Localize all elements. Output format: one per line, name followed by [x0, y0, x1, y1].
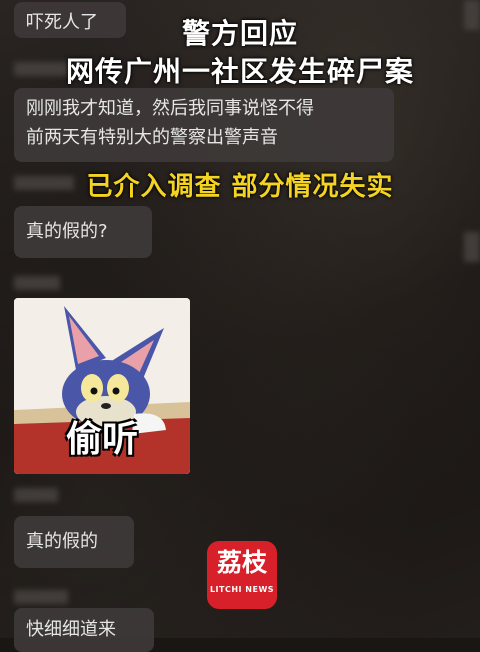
chat-message: 真的假的	[14, 516, 134, 568]
blurred-username	[14, 590, 68, 604]
blurred-username	[14, 488, 58, 502]
chat-message-text: 吓死人了	[26, 12, 98, 33]
headline-line1: 警方回应	[181, 17, 298, 50]
tom-cat-sticker[interactable]: 偷听	[14, 298, 190, 474]
blurred-avatar	[464, 0, 480, 30]
sticker-caption: 偷听	[65, 419, 138, 460]
chat-message: 刚刚我才知道，然后我同事说怪不得 前两天有特别大的警察出警声音	[14, 88, 394, 162]
chat-message: 真的假的?	[14, 206, 152, 258]
headline-line2: 网传广州一社区发生碎尸案	[65, 55, 414, 88]
logo-main-text: 荔枝	[216, 548, 267, 577]
chat-message: 快细细道来	[14, 608, 154, 652]
chat-message-text-line: 前两天有特别大的警察出警声音	[26, 127, 278, 148]
logo-sub-text: LITCHI NEWS	[209, 585, 275, 594]
chat-message-text: 真的假的?	[26, 221, 108, 242]
litchi-news-logo: 荔枝 LITCHI NEWS	[207, 541, 277, 609]
chat-message-text: 快细细道来	[26, 619, 116, 640]
chat-message-text: 真的假的	[26, 531, 98, 552]
blurred-avatar	[464, 232, 480, 262]
blurred-username	[14, 276, 60, 290]
headline-status: 已介入调查 部分情况失实	[86, 172, 394, 202]
chat-message-text-line: 刚刚我才知道，然后我同事说怪不得	[26, 98, 314, 119]
chat-message: 吓死人了	[14, 2, 126, 38]
